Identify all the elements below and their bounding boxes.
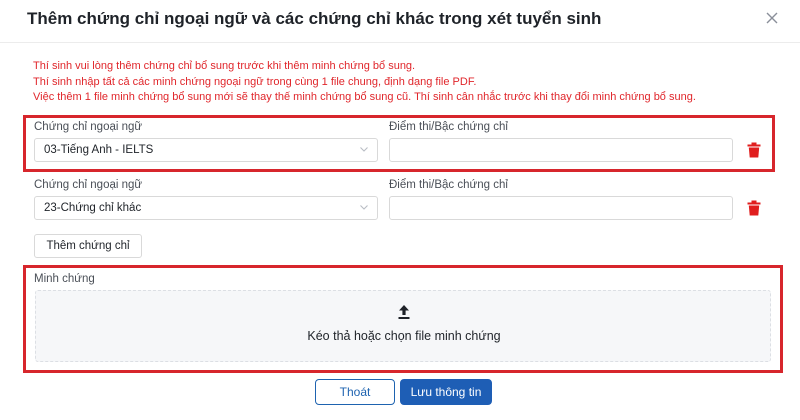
certificate-select-value: 23-Chứng chỉ khác <box>44 202 142 214</box>
certificate-label: Chứng chỉ ngoại ngữ <box>34 121 143 133</box>
note-line: Thí sinh nhập tất cả các minh chứng ngoạ… <box>33 75 477 88</box>
certificate-row-2: Chứng chỉ ngoại ngữ 23-Chứng chỉ khác Đi… <box>23 173 775 230</box>
header-divider <box>0 42 800 43</box>
score-label: Điểm thi/Bậc chứng chỉ <box>389 179 508 191</box>
dialog-title: Thêm chứng chỉ ngoại ngữ và các chứng ch… <box>27 9 602 28</box>
trash-icon[interactable] <box>747 200 761 216</box>
certificate-select[interactable]: 23-Chứng chỉ khác <box>34 196 378 220</box>
evidence-label: Minh chứng <box>34 273 95 285</box>
upload-instruction: Kéo thả hoặc chọn file minh chứng <box>307 329 501 343</box>
note-line: Việc thêm 1 file minh chứng bổ sung mới … <box>33 91 696 103</box>
cancel-button[interactable]: Thoát <box>315 379 395 405</box>
chevron-down-icon <box>360 205 368 210</box>
save-button[interactable]: Lưu thông tin <box>400 379 492 405</box>
certificate-label: Chứng chỉ ngoại ngữ <box>34 179 143 191</box>
score-label: Điểm thi/Bậc chứng chỉ <box>389 121 508 133</box>
file-upload-dropzone[interactable]: Kéo thả hoặc chọn file minh chứng <box>35 290 771 362</box>
chevron-down-icon <box>360 147 368 152</box>
trash-icon[interactable] <box>747 142 761 158</box>
score-input[interactable] <box>389 138 733 162</box>
add-certificate-button[interactable]: Thêm chứng chỉ <box>34 234 142 258</box>
score-input[interactable] <box>389 196 733 220</box>
certificate-select[interactable]: 03-Tiếng Anh - IELTS <box>34 138 378 162</box>
instruction-notes: Thí sinh vui lòng thêm chứng chỉ bổ sung… <box>33 59 773 106</box>
note-line: Thí sinh vui lòng thêm chứng chỉ bổ sung… <box>33 60 416 72</box>
certificate-row-1: Chứng chỉ ngoại ngữ 03-Tiếng Anh - IELTS… <box>23 115 775 172</box>
upload-icon <box>398 305 410 319</box>
evidence-section: Minh chứng Kéo thả hoặc chọn file minh c… <box>23 265 783 373</box>
close-icon[interactable] <box>762 8 782 28</box>
certificate-select-value: 03-Tiếng Anh - IELTS <box>44 144 154 156</box>
dialog-header: Thêm chứng chỉ ngoại ngữ và các chứng ch… <box>0 0 800 38</box>
